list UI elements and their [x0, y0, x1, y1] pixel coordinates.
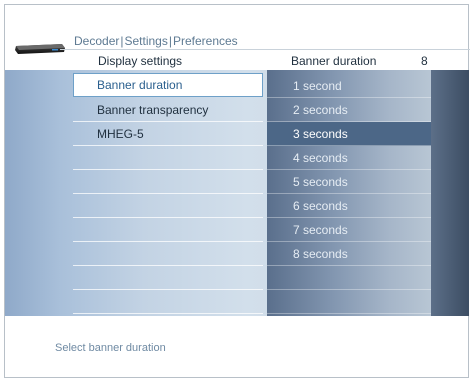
empty-menu-row: [73, 170, 263, 194]
status-hint: Select banner duration: [55, 342, 166, 354]
menu-item-mheg-5[interactable]: MHEG-5: [73, 122, 263, 146]
settings-panel: Banner duration Banner transparency MHEG…: [5, 70, 469, 316]
option-label: 3 seconds: [293, 127, 348, 141]
menu-item-label: MHEG-5: [97, 127, 144, 141]
menu-item-banner-duration[interactable]: Banner duration: [73, 73, 263, 97]
option-label: 4 seconds: [293, 151, 348, 165]
breadcrumb-settings[interactable]: Settings: [124, 34, 167, 48]
menu-item-banner-transparency[interactable]: Banner transparency: [73, 98, 263, 122]
breadcrumb-preferences[interactable]: Preferences: [173, 34, 238, 48]
option-3-seconds[interactable]: 3 seconds: [267, 122, 431, 146]
empty-option-row: [267, 290, 431, 314]
option-label: 8 seconds: [293, 247, 348, 261]
right-column-title: Banner duration: [291, 54, 377, 68]
empty-option-row: [267, 266, 431, 290]
settings-menu: Banner duration Banner transparency MHEG…: [73, 70, 263, 316]
option-label: 5 seconds: [293, 175, 348, 189]
empty-menu-row: [73, 218, 263, 242]
right-edge-shade: [431, 70, 469, 316]
breadcrumb-decoder[interactable]: Decoder: [74, 34, 119, 48]
empty-menu-row: [73, 242, 263, 266]
breadcrumb: Decoder|Settings|Preferences: [74, 34, 238, 48]
left-column-title: Display settings: [98, 54, 183, 68]
menu-item-label: Banner duration: [97, 78, 183, 92]
option-7-seconds[interactable]: 7 seconds: [267, 218, 431, 242]
option-6-seconds[interactable]: 6 seconds: [267, 194, 431, 218]
option-5-seconds[interactable]: 5 seconds: [267, 170, 431, 194]
option-8-seconds[interactable]: 8 seconds: [267, 242, 431, 266]
current-value: 8: [421, 54, 428, 68]
empty-menu-row: [73, 146, 263, 170]
option-label: 1 second: [293, 79, 342, 93]
empty-menu-row: [73, 266, 263, 290]
option-4-seconds[interactable]: 4 seconds: [267, 146, 431, 170]
empty-menu-row: [73, 290, 263, 314]
empty-menu-row: [73, 194, 263, 218]
header-divider: [60, 49, 470, 50]
option-label: 7 seconds: [293, 223, 348, 237]
menu-item-label: Banner transparency: [97, 103, 209, 117]
tv-settings-screen: Decoder|Settings|Preferences Display set…: [0, 0, 475, 385]
duration-options-list: 1 second 2 seconds 3 seconds 4 seconds 5…: [267, 70, 431, 316]
option-2-seconds[interactable]: 2 seconds: [267, 98, 431, 122]
set-top-box-icon: [15, 44, 65, 54]
option-label: 6 seconds: [293, 199, 348, 213]
option-label: 2 seconds: [293, 103, 348, 117]
option-1-second[interactable]: 1 second: [267, 74, 431, 98]
